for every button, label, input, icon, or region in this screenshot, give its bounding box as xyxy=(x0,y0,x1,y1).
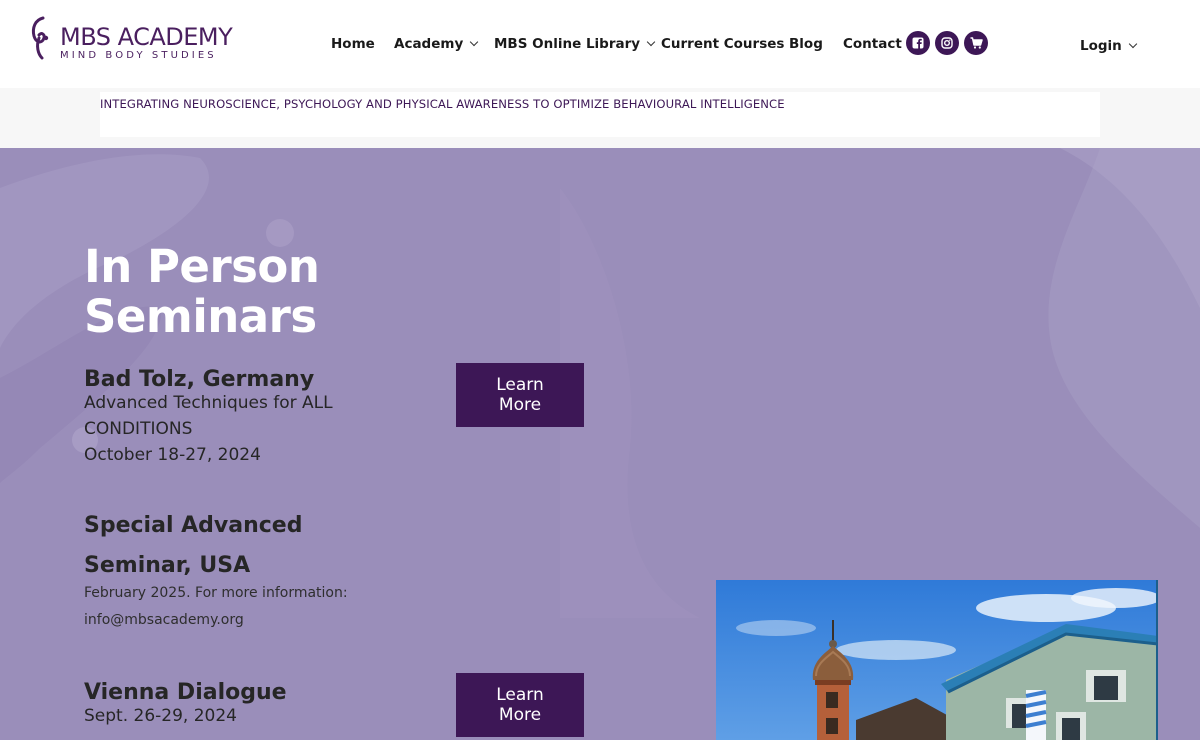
nav-online-library-label: MBS Online Library xyxy=(494,36,641,52)
nav-current-courses[interactable]: Current Courses xyxy=(661,34,784,54)
seminar-bad-tolz-date: October 18-27, 2024 xyxy=(84,445,261,465)
login-button[interactable]: Login xyxy=(1080,36,1138,56)
seminar-usa-email[interactable]: info@mbsacademy.org xyxy=(84,607,348,634)
seminar-usa-info: February 2025. For more information: inf… xyxy=(84,580,348,634)
nav-online-library[interactable]: MBS Online Library xyxy=(494,34,656,54)
seminar-usa-title: Special Advanced Seminar, USA xyxy=(84,506,302,586)
learn-more-button-vienna[interactable]: Learn More xyxy=(456,673,584,737)
bad-tolz-photo xyxy=(716,580,1158,740)
learn-more-label: Learn More xyxy=(496,375,544,415)
hero-title: In Person Seminars xyxy=(84,240,320,343)
hero-title-line2: Seminars xyxy=(84,290,317,343)
site-header: MBS ACADEMY MIND BODY STUDIES Home Acade… xyxy=(0,0,1200,88)
seminar-usa-title-line1: Special Advanced xyxy=(84,513,303,538)
facebook-icon[interactable] xyxy=(906,31,930,55)
nav-home-label: Home xyxy=(331,36,375,52)
chevron-down-icon xyxy=(1128,39,1138,49)
nav-contact[interactable]: Contact xyxy=(843,34,902,54)
logo-mark-icon xyxy=(31,16,49,60)
nav-current-courses-label: Current Courses xyxy=(661,36,785,52)
nav-contact-label: Contact xyxy=(843,36,902,52)
hero-title-line1: In Person xyxy=(84,240,320,293)
nav-home[interactable]: Home xyxy=(331,34,375,54)
chevron-down-icon xyxy=(646,37,656,47)
instagram-icon[interactable] xyxy=(935,31,959,55)
learn-more-button-bad-tolz[interactable]: Learn More xyxy=(456,363,584,427)
logo[interactable]: MBS ACADEMY MIND BODY STUDIES xyxy=(30,16,240,64)
cart-icon[interactable] xyxy=(964,31,988,55)
seminar-vienna-date: Sept. 26-29, 2024 xyxy=(84,706,237,726)
seminar-bad-tolz-desc: Advanced Techniques for ALL CONDITIONS O… xyxy=(84,390,333,468)
logo-title: MBS ACADEMY xyxy=(60,23,233,51)
logo-subtitle: MIND BODY STUDIES xyxy=(60,50,217,61)
tagline: INTEGRATING NEUROSCIENCE, PSYCHOLOGY AND… xyxy=(100,97,785,111)
nav-blog-label: Blog xyxy=(789,36,823,52)
nav-blog[interactable]: Blog xyxy=(789,34,823,54)
nav-academy[interactable]: Academy xyxy=(394,34,479,54)
chevron-down-icon xyxy=(470,37,479,47)
nav-academy-label: Academy xyxy=(394,36,464,52)
login-label: Login xyxy=(1080,38,1122,54)
seminar-bad-tolz-line2: CONDITIONS xyxy=(84,419,193,439)
learn-more-label: Learn More xyxy=(496,685,544,725)
seminar-usa-info-text: February 2025. For more information: xyxy=(84,585,348,601)
seminar-bad-tolz-line1: Advanced Techniques for ALL xyxy=(84,393,333,413)
